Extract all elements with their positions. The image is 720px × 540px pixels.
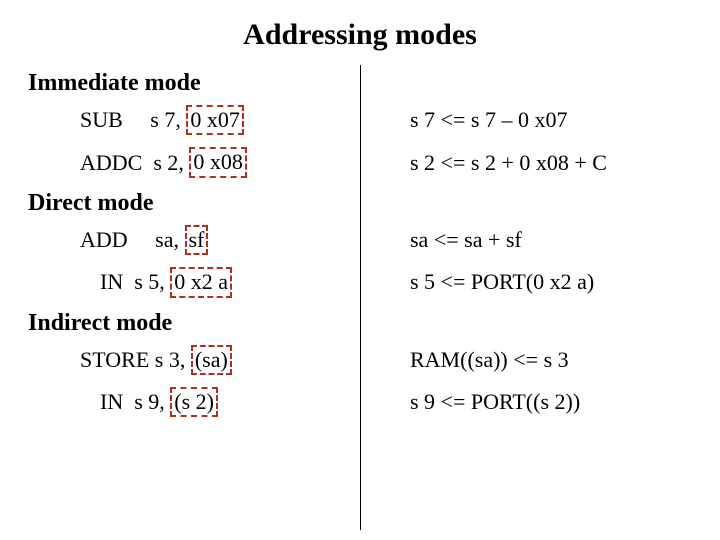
instruction-text: SUB s 7, — [80, 107, 186, 133]
instruction-result: s 9 <= PORT((s 2)) — [370, 389, 720, 415]
instruction-left: IN s 9, (s 2) — [0, 387, 370, 417]
instruction-left: ADD sa, sf — [0, 225, 370, 255]
vertical-divider — [360, 65, 361, 530]
instruction-text: ADDC s 2, — [80, 150, 189, 176]
instruction-result: sa <= sa + sf — [370, 227, 720, 253]
instruction-left: STORE s 3, (sa) — [0, 345, 370, 375]
boxed-operand: 0 x07 — [186, 105, 244, 135]
instruction-result: RAM((sa)) <= s 3 — [370, 347, 720, 373]
boxed-operand: 0 x2 a — [170, 267, 232, 297]
instruction-text: ADD sa, — [80, 227, 185, 253]
instruction-left: IN s 5, 0 x2 a — [0, 267, 370, 297]
instruction-left: SUB s 7, 0 x07 — [0, 105, 370, 135]
instruction-result: s 7 <= s 7 – 0 x07 — [370, 107, 720, 133]
instruction-result: s 5 <= PORT(0 x2 a) — [370, 269, 720, 295]
instruction-left: ADDC s 2, 0 x08 — [0, 147, 370, 177]
instruction-text: IN s 5, — [100, 269, 170, 295]
instruction-text: STORE s 3, — [80, 347, 191, 373]
boxed-operand: (sa) — [191, 345, 232, 375]
boxed-operand: (s 2) — [170, 387, 218, 417]
boxed-operand: 0 x08 — [189, 147, 247, 177]
instruction-result: s 2 <= s 2 + 0 x08 + C — [370, 150, 720, 176]
boxed-operand: sf — [185, 225, 209, 255]
page-title: Addressing modes — [0, 0, 720, 64]
instruction-text: IN s 9, — [100, 389, 170, 415]
